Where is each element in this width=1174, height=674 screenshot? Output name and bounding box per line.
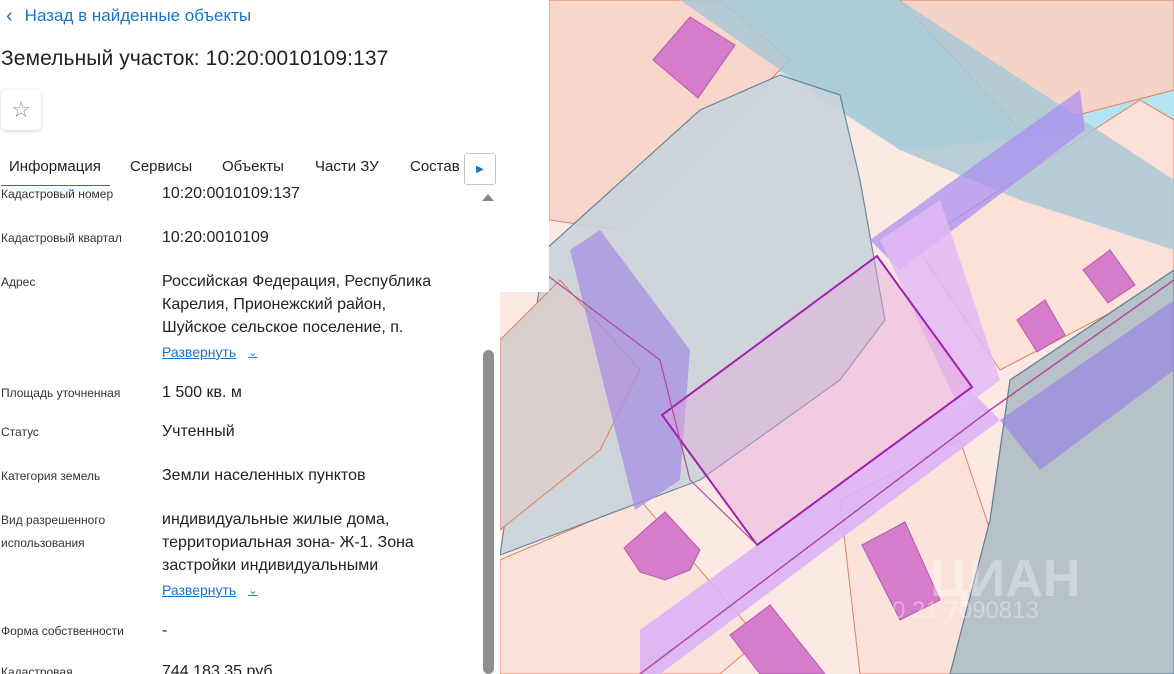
back-link[interactable]: ‹ Назад в найденные объекты bbox=[6, 4, 251, 28]
permitted-use-expand-link[interactable]: Развернуть ⌄ bbox=[162, 582, 257, 598]
tab-parts[interactable]: Части ЗУ bbox=[315, 158, 379, 175]
label-cadastral-value: Кадастровая bbox=[1, 665, 73, 674]
expand-label: Развернуть bbox=[162, 344, 237, 360]
label-address: Адрес bbox=[1, 275, 36, 289]
page-title: Земельный участок: 10:20:0010109:137 bbox=[1, 47, 389, 70]
value-cadastral-value: 744 183,35 руб. bbox=[162, 663, 278, 674]
back-link-label: Назад в найденные объекты bbox=[24, 6, 252, 25]
value-address-line: Российская Федерация, Республика bbox=[162, 273, 432, 290]
label-permitted-use: Вид разрешенного bbox=[1, 513, 106, 527]
scroll-up-arrow[interactable] bbox=[482, 194, 494, 201]
tab-information[interactable]: Информация bbox=[1, 158, 110, 187]
tab-bar: Информация Сервисы Объекты Части ЗУ Сост… bbox=[0, 148, 500, 187]
scrollbar-thumb[interactable] bbox=[483, 350, 494, 674]
expand-label: Развернуть bbox=[162, 582, 237, 598]
tab-objects[interactable]: Объекты bbox=[222, 158, 284, 175]
map-watermark-phone: 0 21 7090813 bbox=[892, 597, 1039, 624]
tab-composition[interactable]: Состав bbox=[410, 158, 460, 175]
chevron-down-icon: ⌄ bbox=[248, 584, 258, 597]
info-list: Кадастровый номер 10:20:0010109:137 Када… bbox=[0, 186, 500, 674]
label-permitted-use: использования bbox=[1, 536, 85, 550]
value-permitted-use-line: индивидуальные жилые дома, bbox=[162, 511, 390, 528]
value-area: 1 500 кв. м bbox=[162, 384, 242, 401]
value-permitted-use-line: застройки индивидуальными bbox=[162, 557, 379, 574]
label-cadastral-quarter: Кадастровый квартал bbox=[1, 231, 122, 245]
chevron-down-icon: ⌄ bbox=[248, 346, 258, 359]
chevron-left-icon: ‹ bbox=[6, 5, 13, 27]
label-status: Статус bbox=[1, 425, 39, 439]
star-outline-icon: ☆ bbox=[11, 97, 31, 122]
value-cadastral-number: 10:20:0010109:137 bbox=[162, 186, 300, 202]
label-cadastral-number: Кадастровый номер bbox=[1, 187, 114, 201]
value-cadastral-quarter: 10:20:0010109 bbox=[162, 229, 269, 246]
value-permitted-use-line: территориальная зона- Ж-1. Зона bbox=[162, 534, 414, 551]
value-category: Земли населенных пунктов bbox=[162, 467, 366, 484]
tab-services[interactable]: Сервисы bbox=[130, 158, 192, 175]
label-ownership: Форма собственности bbox=[1, 624, 124, 638]
label-category: Категория земель bbox=[1, 469, 101, 483]
address-expand-link[interactable]: Развернуть ⌄ bbox=[162, 344, 257, 360]
value-address-line: Шуйское сельское поселение, п. bbox=[162, 319, 404, 336]
value-ownership: - bbox=[162, 622, 168, 639]
value-address-line: Карелия, Прионежский район, bbox=[162, 296, 387, 313]
triangle-right-icon: ▶ bbox=[476, 163, 484, 175]
tabs-next-button[interactable]: ▶ bbox=[464, 153, 496, 185]
value-status: Учтенный bbox=[162, 423, 235, 440]
favorite-button[interactable]: ☆ bbox=[1, 90, 41, 130]
info-panel: ‹ Назад в найденные объекты Земельный уч… bbox=[0, 0, 549, 674]
label-area: Площадь уточненная bbox=[1, 386, 121, 400]
